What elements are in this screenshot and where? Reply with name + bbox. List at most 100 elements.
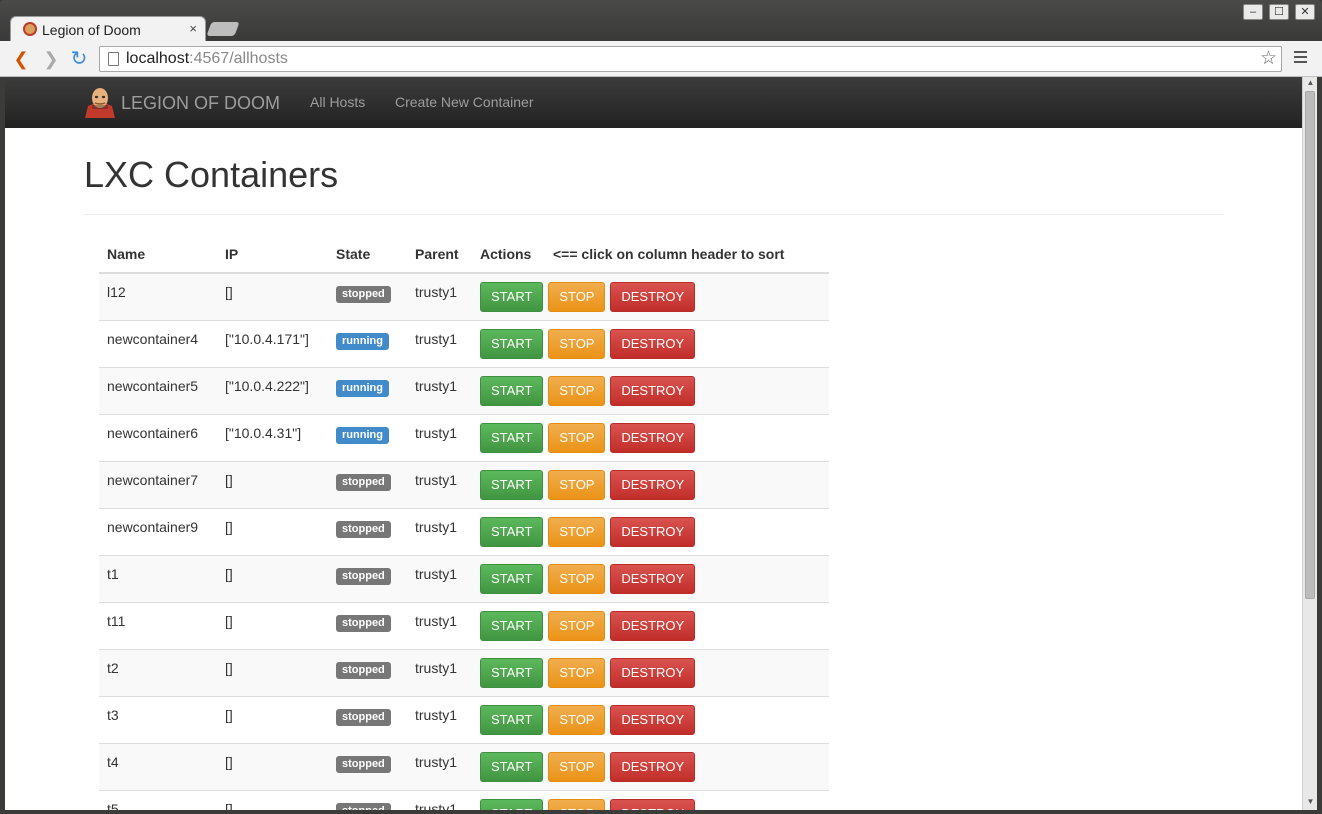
container-ip: [] <box>217 742 328 790</box>
actions-cell: START STOP DESTROY <box>472 319 829 367</box>
start-button[interactable]: START <box>480 469 544 500</box>
container-name: newcontainer7 <box>99 460 217 508</box>
destroy-button[interactable]: DESTROY <box>610 328 696 359</box>
divider <box>84 214 1224 215</box>
tab-close-icon[interactable]: × <box>189 21 197 36</box>
start-button[interactable]: START <box>480 657 544 688</box>
maximize-button[interactable]: ☐ <box>1269 4 1289 20</box>
brand-name: LEGION OF DOOM <box>121 93 281 113</box>
table-row: newcontainer4 ["10.0.4.171"] running trusty… <box>99 319 829 367</box>
container-ip: [] <box>217 789 328 810</box>
forward-button[interactable]: ❯ <box>40 48 62 70</box>
browser-toolbar: ❮ ❯ ↻ localhost:4567/allhosts ☆ <box>0 41 1322 77</box>
stop-button[interactable]: STOP <box>548 282 606 312</box>
destroy-button[interactable]: DESTROY <box>610 375 696 406</box>
destroy-button[interactable]: DESTROY <box>610 282 696 312</box>
reload-button[interactable]: ↻ <box>68 48 90 70</box>
actions-cell: START STOP DESTROY <box>472 460 829 508</box>
new-tab-button[interactable] <box>206 22 240 36</box>
nav-link-all-hosts[interactable]: All Hosts <box>310 94 365 110</box>
container-name: t5 <box>99 789 217 810</box>
container-name: t3 <box>99 695 217 743</box>
start-button[interactable]: START <box>480 563 544 594</box>
state-badge: stopped <box>336 802 391 810</box>
stop-button[interactable]: STOP <box>548 798 606 810</box>
address-bar[interactable]: localhost:4567/allhosts ☆ <box>99 46 1282 72</box>
url-text[interactable]: localhost:4567/allhosts <box>126 50 288 68</box>
column-header-ip[interactable]: IP <box>217 235 328 274</box>
start-button[interactable]: START <box>480 751 544 782</box>
table-row: t11[] stopped trusty1 START STOP DESTROY <box>99 601 829 649</box>
containers-table: Name IP State Parent Actions <== click o… <box>99 235 829 810</box>
stop-button[interactable]: STOP <box>548 469 606 500</box>
actions-cell: START STOP DESTROY <box>472 695 829 743</box>
container-name: newcontainer6 <box>99 413 217 461</box>
column-header-actions[interactable]: Actions <box>472 235 545 274</box>
start-button[interactable]: START <box>480 422 544 453</box>
actions-cell: START STOP DESTROY <box>472 507 829 555</box>
column-header-parent[interactable]: Parent <box>407 235 472 274</box>
browser-tab[interactable]: Legion of Doom × <box>10 16 206 42</box>
container-ip: ["10.0.4.31"] <box>217 413 328 461</box>
destroy-button[interactable]: DESTROY <box>610 798 696 810</box>
container-parent: trusty1 <box>407 554 472 602</box>
stop-button[interactable]: STOP <box>548 657 606 688</box>
destroy-button[interactable]: DESTROY <box>610 469 696 500</box>
container-parent: trusty1 <box>407 601 472 649</box>
start-button[interactable]: START <box>480 516 544 547</box>
container-name: l12 <box>99 272 217 320</box>
page-title: LXC Containers <box>84 154 339 195</box>
state-badge: stopped <box>336 286 391 303</box>
start-button[interactable]: START <box>480 328 544 359</box>
stop-button[interactable]: STOP <box>548 704 606 735</box>
state-badge: stopped <box>336 520 391 538</box>
state-badge: stopped <box>336 473 391 491</box>
favicon-icon <box>23 22 37 36</box>
column-header-name[interactable]: Name <box>99 235 217 274</box>
state-badge: stopped <box>336 661 391 679</box>
minimize-button[interactable]: – <box>1243 4 1263 20</box>
stop-button[interactable]: STOP <box>548 328 606 359</box>
destroy-button[interactable]: DESTROY <box>610 563 696 594</box>
vertical-scrollbar[interactable]: ▲ ▼ <box>1302 77 1317 810</box>
scrollbar-thumb[interactable] <box>1305 91 1315 599</box>
stop-button[interactable]: STOP <box>548 516 606 547</box>
nav-link-create-container[interactable]: Create New Container <box>395 94 534 110</box>
actions-cell: START STOP DESTROY <box>472 413 829 461</box>
scroll-down-arrow-icon[interactable]: ▼ <box>1303 797 1318 809</box>
state-badge: running <box>336 379 389 397</box>
actions-cell: START STOP DESTROY <box>472 366 829 414</box>
container-ip: ["10.0.4.171"] <box>217 319 328 367</box>
stop-button[interactable]: STOP <box>548 610 606 641</box>
stop-button[interactable]: STOP <box>548 375 606 406</box>
page-icon <box>108 52 119 66</box>
destroy-button[interactable]: DESTROY <box>610 422 696 453</box>
window-close-button[interactable]: ✕ <box>1295 4 1315 20</box>
stop-button[interactable]: STOP <box>548 563 606 594</box>
container-name: t4 <box>99 742 217 790</box>
bookmark-star-icon[interactable]: ☆ <box>1260 47 1277 70</box>
back-button[interactable]: ❮ <box>10 48 32 70</box>
container-parent: trusty1 <box>407 507 472 555</box>
stop-button[interactable]: STOP <box>548 422 606 453</box>
start-button[interactable]: START <box>480 282 544 312</box>
browser-window: Legion of Doom × – ☐ ✕ ❮ ❯ ↻ localhost:4… <box>0 0 1322 814</box>
destroy-button[interactable]: DESTROY <box>610 751 696 782</box>
destroy-button[interactable]: DESTROY <box>610 610 696 641</box>
container-parent: trusty1 <box>407 272 472 320</box>
column-header-state[interactable]: State <box>328 235 407 274</box>
container-parent: trusty1 <box>407 319 472 367</box>
container-ip: [] <box>217 554 328 602</box>
start-button[interactable]: START <box>480 704 544 735</box>
container-ip: [] <box>217 272 328 320</box>
actions-cell: START STOP DESTROY <box>472 272 829 320</box>
destroy-button[interactable]: DESTROY <box>610 516 696 547</box>
destroy-button[interactable]: DESTROY <box>610 704 696 735</box>
start-button[interactable]: START <box>480 798 544 810</box>
menu-icon[interactable] <box>1294 51 1307 65</box>
start-button[interactable]: START <box>480 610 544 641</box>
stop-button[interactable]: STOP <box>548 751 606 782</box>
start-button[interactable]: START <box>480 375 544 406</box>
destroy-button[interactable]: DESTROY <box>610 657 696 688</box>
scroll-up-arrow-icon[interactable]: ▲ <box>1303 78 1318 90</box>
